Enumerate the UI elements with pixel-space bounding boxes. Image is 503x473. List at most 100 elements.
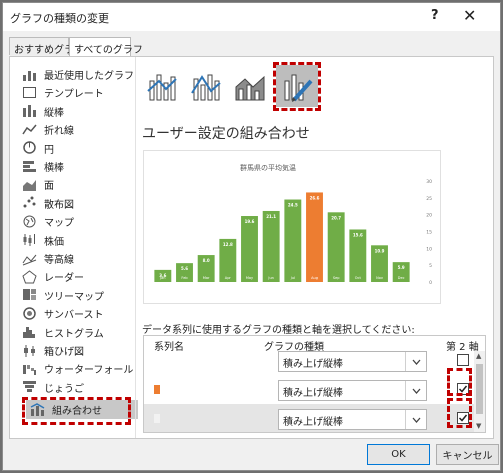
chart-type-item-15[interactable]: 箱ひげ図 — [18, 341, 130, 360]
series-chart-type-select[interactable]: 積み上げ縦棒 — [278, 409, 427, 430]
secondary-axis-checkbox[interactable] — [457, 354, 469, 366]
subtype-clustered-column-line[interactable] — [141, 65, 183, 107]
chart-type-label: 縦棒 — [44, 107, 64, 119]
chart-type-item-11[interactable]: レーダー — [18, 267, 130, 286]
chart-type-item-14[interactable]: ヒストグラム — [18, 323, 130, 342]
chart-type-label: 散布図 — [44, 199, 74, 211]
tab-recommended[interactable]: おすすめグラフ — [9, 37, 84, 56]
scroll-down-icon[interactable]: ▼ — [476, 422, 481, 430]
chart-type-label: 横棒 — [44, 163, 64, 174]
chart-type-item-3[interactable]: 折れ線 — [18, 120, 130, 139]
chart-type-label: レーダー — [44, 273, 84, 285]
chart-type-item-1[interactable]: テンプレート — [18, 83, 130, 102]
change-chart-type-dialog: グラフの種類の変更 ? ✕ おすすめグラフ すべてのグラフ 最近使用したグラフテ… — [2, 2, 501, 471]
chart-type-item-10[interactable]: 等高線 — [18, 249, 130, 268]
chart-type-label: じょうご — [44, 383, 84, 395]
chart-type-item-2[interactable]: 縦棒 — [18, 102, 130, 121]
chart-data-label: 19.6 — [245, 219, 255, 224]
chart-type-item-13[interactable]: サンバースト — [18, 304, 130, 323]
chart-type-item-5[interactable]: 横棒 — [18, 157, 130, 176]
divider — [135, 57, 136, 438]
series-chart-type-value: 積み上げ縦棒 — [283, 417, 343, 428]
help-button[interactable]: ? — [431, 8, 439, 23]
series-table: 系列名 グラフの種類 第 2 軸 積み上げ縦棒 積み上げ縦棒 積み上げ縦棒 ▲ ▼ — [143, 335, 486, 433]
chart-type-item-6[interactable]: 面 — [18, 175, 130, 194]
chart-ytick-label: 10 — [426, 246, 432, 252]
chart-bar-Jul — [284, 199, 302, 282]
series-color-swatch — [154, 385, 160, 394]
histogram-chart-icon — [22, 326, 37, 339]
funnel-chart-icon — [22, 381, 37, 394]
chart-bar-May — [241, 216, 258, 282]
title-bar: グラフの種類の変更 ? ✕ — [3, 3, 500, 31]
chevron-down-icon[interactable] — [405, 352, 426, 371]
chart-data-label: 26.6 — [310, 195, 320, 200]
chart-type-item-17[interactable]: じょうご — [18, 378, 130, 397]
chart-type-label: テンプレート — [44, 89, 104, 101]
chart-category-label: Sep — [333, 276, 340, 280]
chart-category-label: Feb — [181, 276, 188, 280]
subtype-stacked-area-column[interactable] — [229, 65, 271, 107]
column-line-secondary-icon — [191, 74, 221, 101]
chart-data-label: 20.7 — [331, 215, 341, 220]
waterfall-chart-icon — [22, 362, 37, 375]
chart-category-label: Aug — [311, 276, 318, 280]
ok-button[interactable]: OK — [367, 444, 430, 465]
treemap-chart-icon — [22, 289, 37, 302]
chart-svg: 群馬県の平均気温 3.6Jan5.6Feb8.0Mar12.8Apr19.6Ma… — [154, 163, 432, 286]
surface-chart-icon — [22, 252, 37, 265]
stock-chart-icon — [22, 234, 37, 247]
chart-type-label: 円 — [44, 144, 54, 156]
chart-type-label: サンバースト — [44, 310, 104, 322]
secondary-axis-highlight-1 — [447, 368, 472, 396]
series-chart-type-select[interactable]: 積み上げ縦棒 — [278, 351, 427, 372]
chart-type-label: 最近使用したグラフ — [44, 71, 134, 82]
chart-type-item-8[interactable]: マップ — [18, 212, 130, 231]
scroll-up-icon[interactable]: ▲ — [476, 352, 481, 360]
scroll-thumb[interactable] — [476, 364, 483, 414]
close-button[interactable]: ✕ — [463, 6, 476, 25]
chart-type-label: 等高線 — [44, 255, 74, 266]
series-row[interactable]: 積み上げ縦棒 — [144, 404, 474, 432]
chart-category-label: Jan — [159, 276, 165, 280]
chart-type-item-4[interactable]: 円 — [18, 139, 130, 158]
chart-category-label: May — [246, 276, 253, 280]
series-chart-type-value: 積み上げ縦棒 — [283, 388, 343, 399]
dialog-title: グラフの種類の変更 — [10, 12, 109, 25]
chart-type-label: マップ — [44, 218, 74, 230]
subtype-clustered-column-line-secondary[interactable] — [185, 65, 227, 107]
subtype-highlight-annotation — [273, 62, 321, 111]
series-chart-type-select[interactable]: 積み上げ縦棒 — [278, 380, 427, 401]
series-row[interactable]: 積み上げ縦棒 — [144, 375, 474, 404]
chart-type-item-9[interactable]: 株価 — [18, 231, 130, 250]
chart-data-label: 21.1 — [266, 214, 276, 219]
series-color-swatch — [154, 356, 160, 365]
chart-type-item-7[interactable]: 散布図 — [18, 194, 130, 213]
chart-data-label: 5.9 — [398, 265, 405, 270]
chart-category-label: Dec — [398, 276, 405, 280]
chevron-down-icon[interactable] — [405, 381, 426, 400]
template-icon — [22, 86, 37, 99]
chart-category-label: Jul — [290, 276, 295, 280]
chart-ytick-label: 25 — [426, 196, 432, 202]
chart-type-item-0[interactable]: 最近使用したグラフ — [18, 65, 134, 84]
chart-category-label: Mar — [203, 276, 210, 280]
chart-data-label: 24.5 — [288, 203, 298, 208]
chart-type-item-12[interactable]: ツリーマップ — [18, 286, 130, 305]
cancel-button[interactable]: キャンセル — [436, 444, 499, 465]
radar-chart-icon — [22, 270, 37, 284]
chart-data-label: 8.0 — [203, 258, 210, 263]
series-row[interactable]: 積み上げ縦棒 — [144, 346, 474, 375]
series-table-scrollbar[interactable]: ▲ ▼ — [474, 351, 485, 432]
chart-preview: 群馬県の平均気温 3.6 Jan 5.6 Feb 8.0 Mar 12.8 Apr 19.6 Ma… — [143, 150, 441, 304]
tab-all-charts[interactable]: すべてのグラフ — [69, 37, 143, 57]
series-chart-type-value: 積み上げ縦棒 — [283, 359, 343, 370]
series-color-swatch — [154, 414, 160, 423]
chart-bar-Aug — [306, 192, 323, 282]
chart-bar-Sep — [327, 212, 345, 282]
chart-type-item-16[interactable]: ウォーターフォール — [18, 359, 133, 378]
chart-ytick-label: 30 — [426, 179, 432, 185]
chart-type-label: 株価 — [44, 236, 64, 248]
chart-type-label: 箱ひげ図 — [44, 347, 84, 358]
chevron-down-icon[interactable] — [405, 410, 426, 429]
